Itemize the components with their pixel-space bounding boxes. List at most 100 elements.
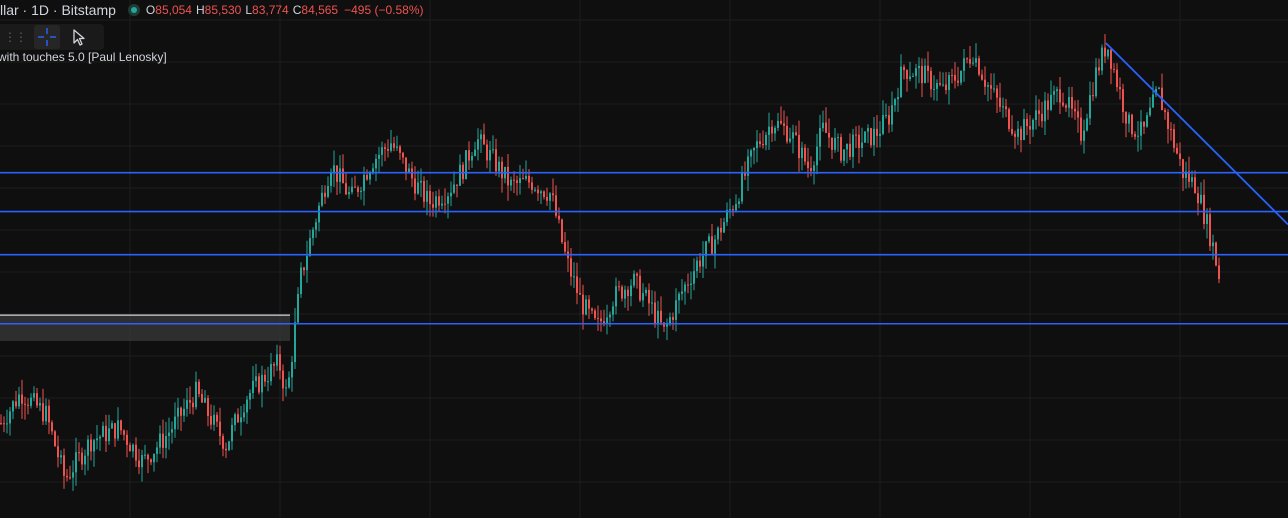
market-status-icon [127, 4, 140, 16]
candle-body [783, 123, 785, 126]
candle-body [1218, 265, 1220, 280]
candle-body [687, 284, 689, 286]
candle-body [951, 75, 953, 77]
candle-body [30, 397, 32, 406]
candle-body [1170, 129, 1172, 131]
candle-body [843, 149, 845, 161]
candle-body [1086, 118, 1088, 131]
candle-body [915, 68, 917, 77]
candle-body [24, 403, 26, 405]
candle-body [936, 83, 938, 89]
candle-body [1038, 110, 1040, 114]
indicator-label[interactable]: with touches 5.0 [Paul Lenosky] [0, 50, 167, 64]
candle-body [981, 74, 983, 80]
candle-body [123, 430, 125, 435]
candle-body [1137, 135, 1139, 137]
candle-body [1197, 193, 1199, 204]
candle-body [459, 164, 461, 186]
price-chart[interactable] [0, 0, 1288, 518]
candle-body [1056, 89, 1058, 92]
candle-body [1194, 177, 1196, 194]
candle-body [810, 168, 812, 171]
candle-body [252, 380, 254, 393]
candle-body [879, 133, 881, 136]
candle-body [54, 431, 56, 447]
symbol-legend: llar · 1D · Bitstamp O85,054 H85,530 L83… [0, 1, 424, 19]
candle-body [156, 447, 158, 454]
candle-body [714, 239, 716, 254]
candle-body [414, 178, 416, 194]
candle-body [276, 354, 278, 366]
candle-body [1080, 117, 1082, 141]
candle-body [648, 289, 650, 304]
candle-body [771, 126, 773, 134]
candle-body [600, 318, 602, 322]
candle-body [1071, 97, 1073, 109]
candle-body [894, 99, 896, 106]
candle-body [1053, 91, 1055, 95]
candle-body [468, 150, 470, 161]
candle-body [957, 80, 959, 83]
candle-body [987, 85, 989, 87]
candle-body [708, 236, 710, 242]
candle-body [969, 59, 971, 64]
candle-body [267, 381, 269, 383]
candle-body [717, 227, 719, 240]
candle-body [444, 203, 446, 205]
support-resistance-lines[interactable] [0, 171, 1288, 325]
candlestick-series [0, 34, 1220, 491]
candle-body [204, 398, 206, 403]
candle-body [177, 407, 179, 417]
candle-body [420, 180, 422, 183]
candle-body [684, 284, 686, 292]
candle-body [855, 134, 857, 136]
candle-body [249, 392, 251, 400]
candle-body [897, 96, 899, 100]
candle-body [66, 475, 68, 478]
candle-body [111, 423, 113, 429]
candle-body [819, 128, 821, 147]
candle-body [480, 134, 482, 140]
candle-body [300, 267, 302, 294]
candle-body [876, 128, 878, 136]
candle-body [849, 143, 851, 157]
candle-body [222, 436, 224, 449]
grip-dots-icon[interactable]: ⋮⋮ [4, 31, 27, 43]
candle-body [798, 134, 800, 159]
candle-body [36, 393, 38, 406]
candle-body [621, 286, 623, 299]
candle-body [174, 416, 176, 430]
candle-body [507, 166, 509, 186]
candle-body [597, 318, 599, 320]
candle-body [21, 394, 23, 404]
candle-body [1059, 89, 1061, 103]
candle-body [447, 196, 449, 204]
candle-body [435, 196, 437, 208]
candle-body [522, 178, 524, 180]
crosshair-button[interactable] [34, 25, 60, 49]
candle-body [357, 187, 359, 192]
candle-body [1179, 153, 1181, 160]
candle-body [63, 455, 65, 476]
candle-body [513, 179, 515, 181]
candle-body [1047, 100, 1049, 110]
candle-body [585, 299, 587, 315]
candle-body [765, 134, 767, 146]
candle-body [198, 381, 200, 395]
candle-body [945, 84, 947, 91]
candle-body [99, 436, 101, 439]
candle-body [237, 414, 239, 423]
candle-body [573, 276, 575, 278]
candle-body [324, 192, 326, 197]
candle-body [312, 229, 314, 239]
candle-body [33, 393, 35, 398]
candle-body [558, 215, 560, 220]
candle-body [78, 452, 80, 454]
symbol-title[interactable]: llar · 1D · Bitstamp [0, 2, 116, 18]
arrow-cursor-icon [73, 29, 85, 46]
candle-body [690, 283, 692, 285]
cursor-button[interactable] [66, 25, 92, 49]
candle-body [186, 400, 188, 409]
candle-body [699, 260, 701, 267]
candle-body [903, 66, 905, 71]
